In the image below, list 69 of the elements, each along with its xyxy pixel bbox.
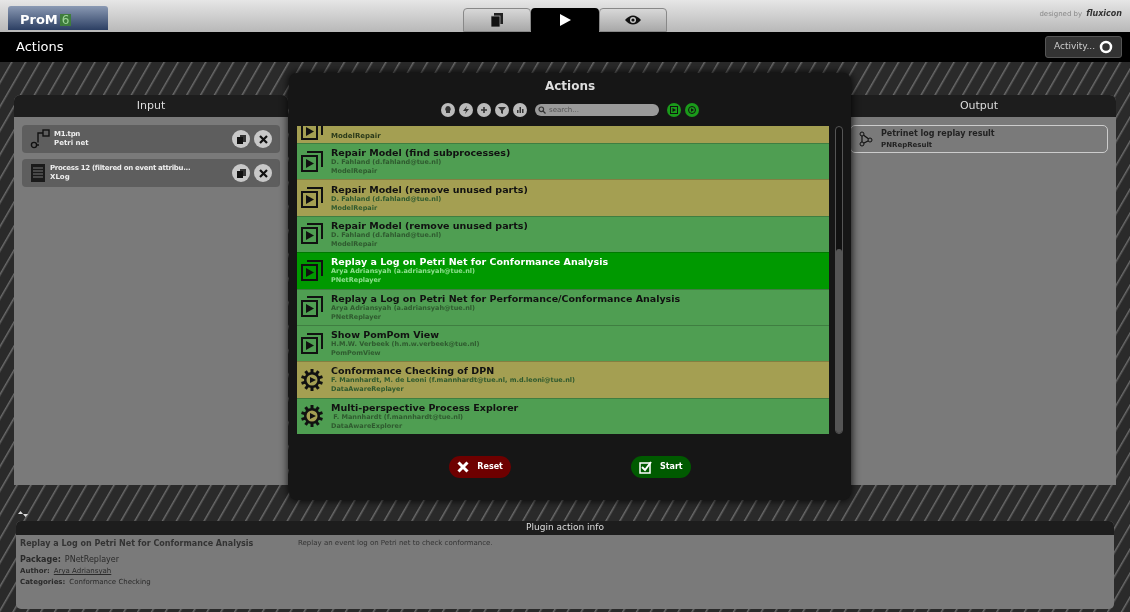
activity-button[interactable]: Activity...	[1045, 36, 1122, 58]
plugin-title: Multi-perspective Process Explorer	[331, 401, 519, 413]
play-frames-icon	[301, 259, 323, 282]
brand-name: fluxicon	[1086, 8, 1122, 20]
copy-button[interactable]	[232, 130, 250, 148]
play-circle-icon	[688, 106, 696, 114]
search-icon	[538, 106, 546, 114]
copy-icon	[236, 134, 246, 144]
logo-version: 6	[59, 14, 72, 26]
plugin-name: Replay a Log on Petri Net for Conformance Analysis	[20, 538, 255, 550]
logo-name: ProM	[20, 13, 58, 26]
perspective-tab[interactable]	[531, 8, 599, 32]
lightning-icon	[462, 106, 470, 114]
scrollbar[interactable]	[835, 126, 843, 434]
reset-button[interactable]: Reset	[449, 456, 511, 478]
graph-icon	[859, 131, 873, 147]
plus-icon	[480, 106, 488, 114]
scrollbar-thumb[interactable]	[836, 249, 842, 433]
petri-net-icon	[30, 129, 50, 149]
document-icon	[30, 163, 46, 183]
object-name: Petrinet log replay result	[881, 127, 995, 140]
plugin-title: Replay a Log on Petri Net for Conformance Analysis	[331, 256, 609, 268]
plugin-title: Repair Model (remove unused parts)	[331, 183, 528, 195]
checkbox-icon	[638, 460, 652, 474]
play-frames-icon	[301, 332, 323, 355]
collapse-toggle-icon[interactable]	[18, 511, 28, 517]
close-icon	[457, 461, 470, 473]
package-name: PNetReplayer	[64, 554, 119, 566]
plugin-title: Conformance Checking of DPN	[331, 365, 495, 377]
spinner-icon	[1099, 40, 1113, 54]
filter-filter-button[interactable]	[495, 103, 509, 117]
eye-icon	[624, 14, 642, 26]
filter-icon	[498, 106, 506, 114]
chart-filter-button[interactable]	[513, 103, 527, 117]
perspective-tab[interactable]	[599, 8, 667, 32]
remove-button[interactable]	[254, 164, 272, 182]
bulb-filter-button[interactable]	[441, 103, 455, 117]
gear-play-icon	[301, 405, 323, 428]
gear-play-icon	[301, 368, 323, 391]
perspective-tab[interactable]	[463, 8, 531, 32]
documents-icon	[491, 13, 503, 27]
play-icon	[558, 13, 572, 27]
panel-title: Input	[136, 97, 166, 114]
close-icon	[258, 134, 268, 144]
play-square-icon	[670, 106, 678, 114]
plugin-title: Repair Model (find subprocesses)	[331, 147, 511, 159]
plugin-title: Show PomPom View	[331, 329, 440, 341]
play-frames-icon	[301, 150, 323, 173]
play-frames-icon	[301, 296, 323, 319]
copy-icon	[236, 168, 246, 178]
close-icon	[258, 168, 268, 178]
chart-icon	[516, 106, 524, 114]
play-frames-icon	[301, 223, 323, 246]
page-title: Actions	[16, 38, 64, 57]
info-title: Plugin action info	[526, 521, 604, 535]
plugin-type-button[interactable]	[667, 103, 681, 117]
info-label: Package:	[20, 554, 61, 566]
remove-button[interactable]	[254, 130, 272, 148]
visualizer-type-button[interactable]	[685, 103, 699, 117]
start-button[interactable]: Start	[630, 456, 691, 478]
play-frames-icon	[301, 187, 323, 210]
bulb-icon	[444, 106, 452, 114]
plus-filter-button[interactable]	[477, 103, 491, 117]
bolt-filter-button[interactable]	[459, 103, 473, 117]
dialog-title: Actions	[544, 78, 596, 95]
plugin-title: Repair Model (remove unused parts)	[331, 219, 528, 231]
copy-button[interactable]	[232, 164, 250, 182]
panel-title: Output	[959, 97, 999, 114]
plugin-title: Replay a Log on Petri Net for Performance/Conformance Analysis	[331, 292, 681, 304]
